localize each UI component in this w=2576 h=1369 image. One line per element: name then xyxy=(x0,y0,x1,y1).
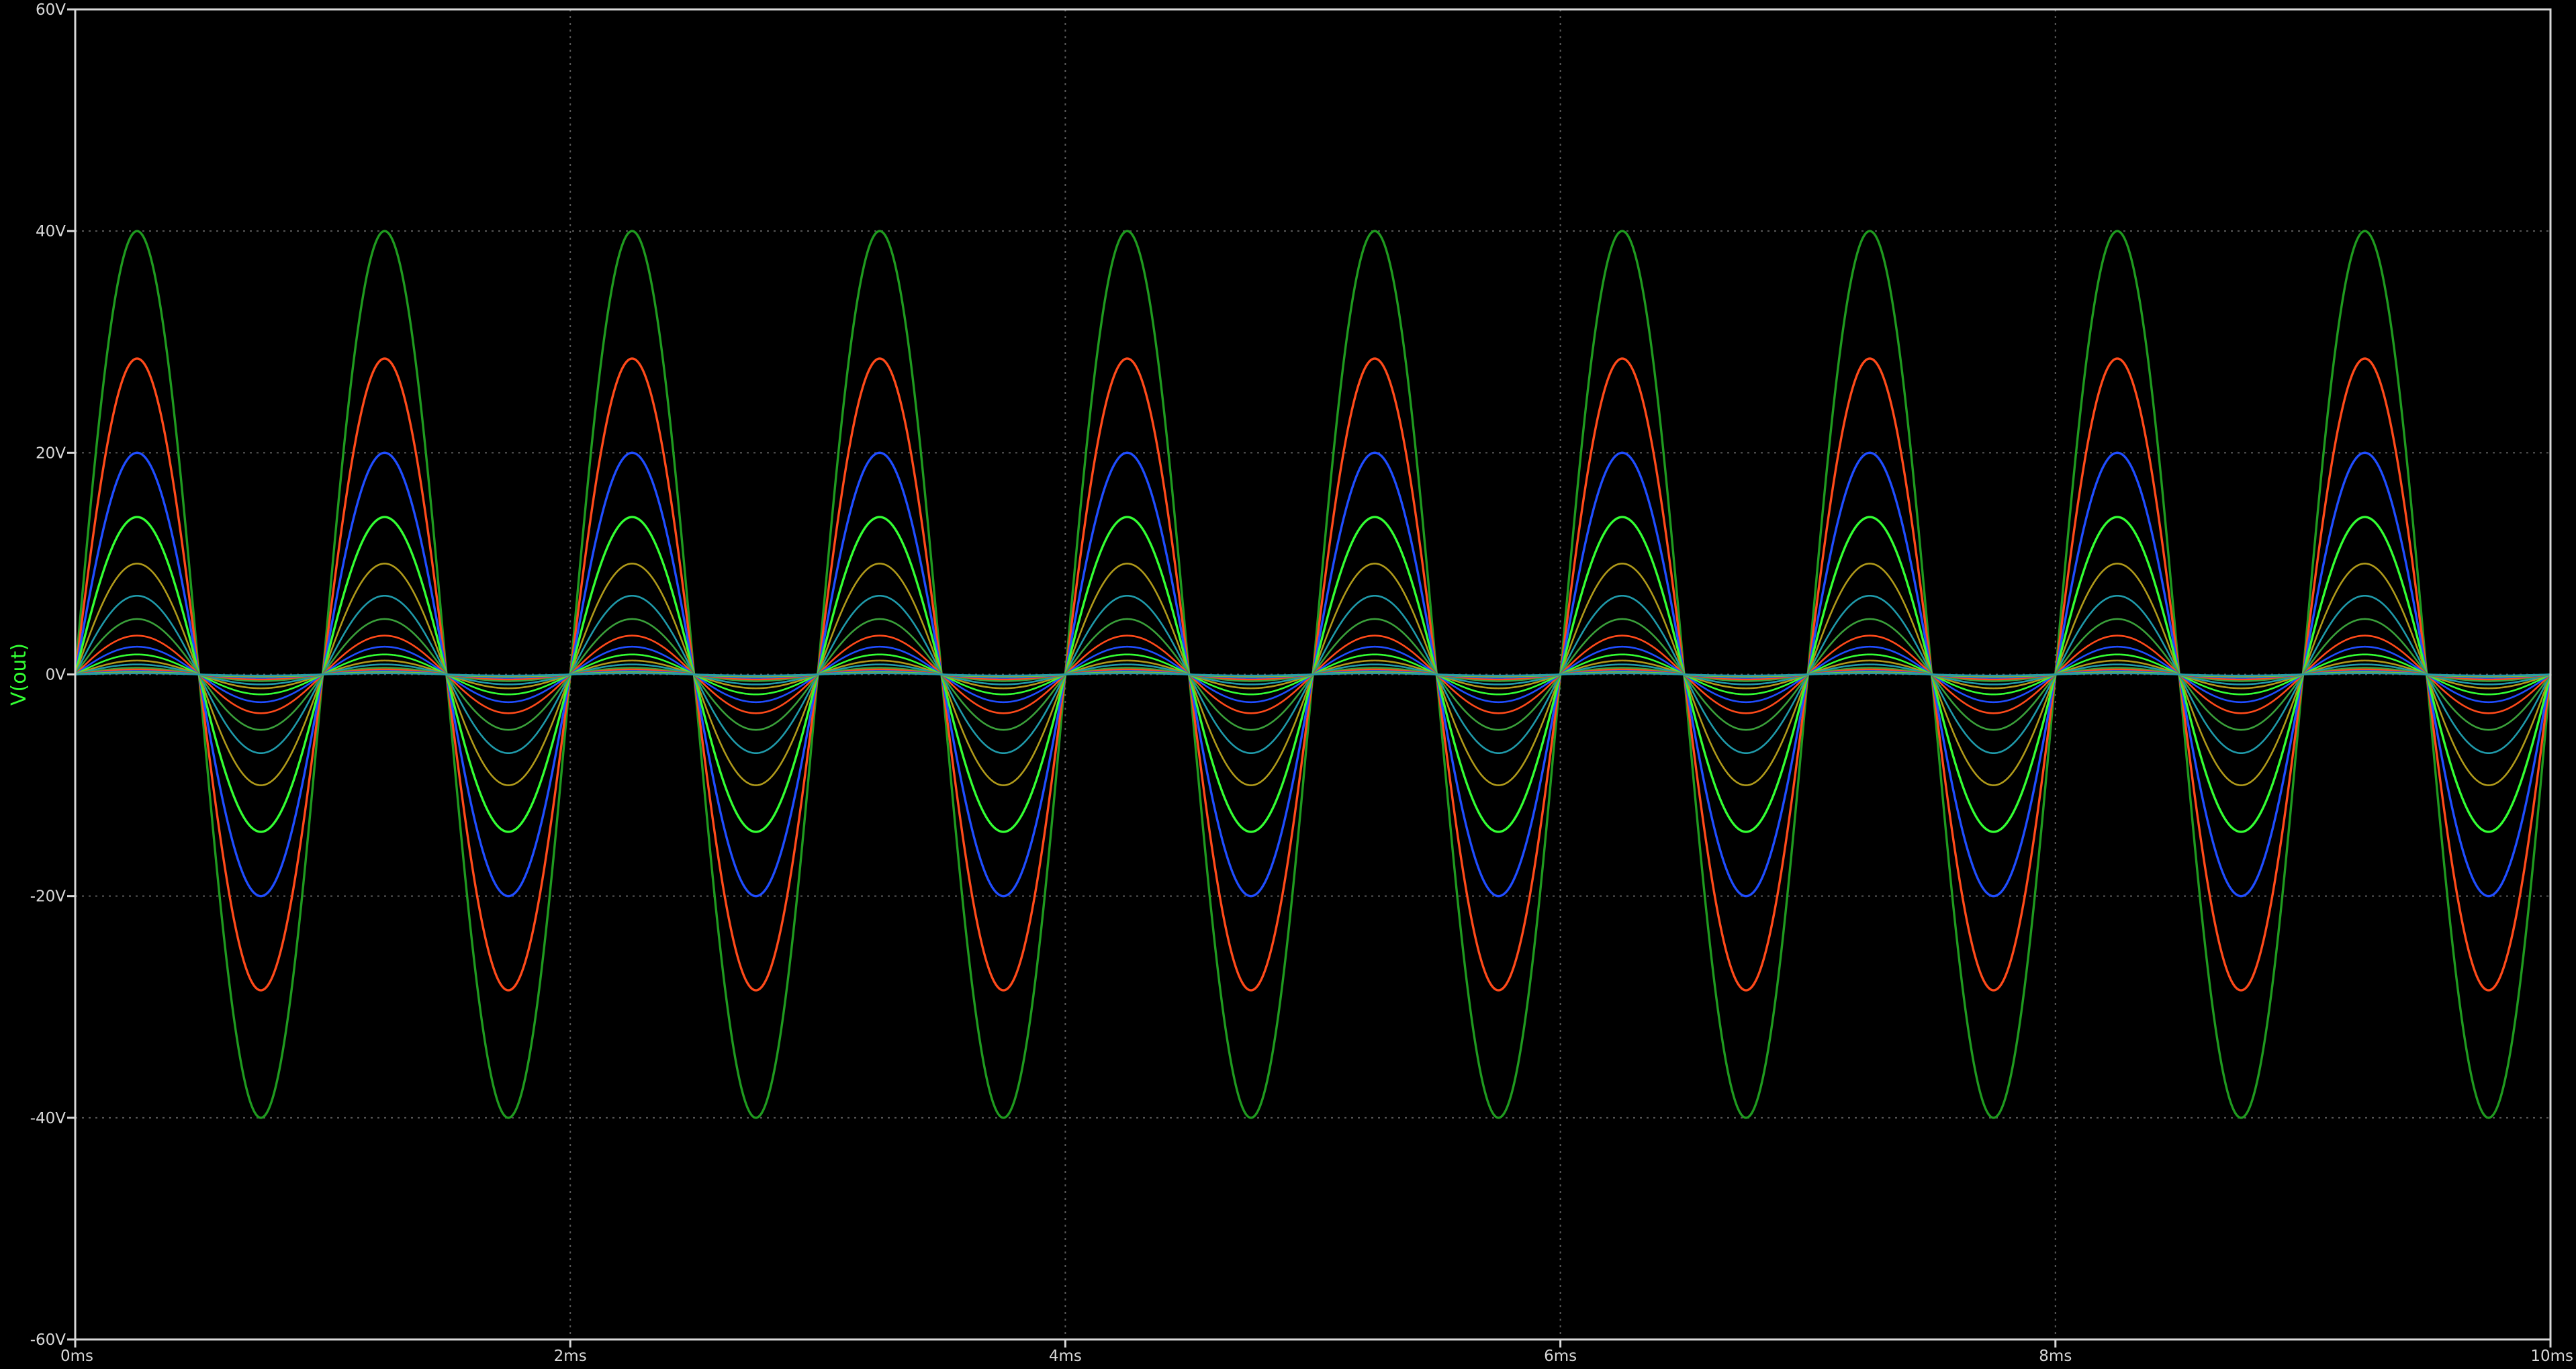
series-line-18 xyxy=(75,672,2551,677)
x-tick-label: 0ms xyxy=(60,1348,93,1365)
y-tick-label: 20V xyxy=(36,444,66,462)
y-tick-label: -60V xyxy=(30,1331,66,1349)
x-tick-label: 4ms xyxy=(1049,1348,1082,1365)
x-tick-label: 2ms xyxy=(554,1348,587,1365)
y-axis-label: V(out) xyxy=(7,643,31,706)
x-tick-label: 6ms xyxy=(1544,1348,1577,1365)
x-tick-label: 10ms xyxy=(2530,1348,2573,1365)
y-tick-label: 0V xyxy=(46,667,66,684)
y-tick-label: 40V xyxy=(36,223,66,240)
x-tick-label: 8ms xyxy=(2039,1348,2072,1365)
y-tick-label: -40V xyxy=(30,1110,66,1127)
y-tick-label: -20V xyxy=(30,888,66,906)
waveform-plot[interactable]: 60V 40V 20V 0V -20V -40V -60V0ms 2ms 4ms 6ms 8ms 10… xyxy=(0,0,2576,1369)
y-tick-label: 60V xyxy=(36,1,66,19)
